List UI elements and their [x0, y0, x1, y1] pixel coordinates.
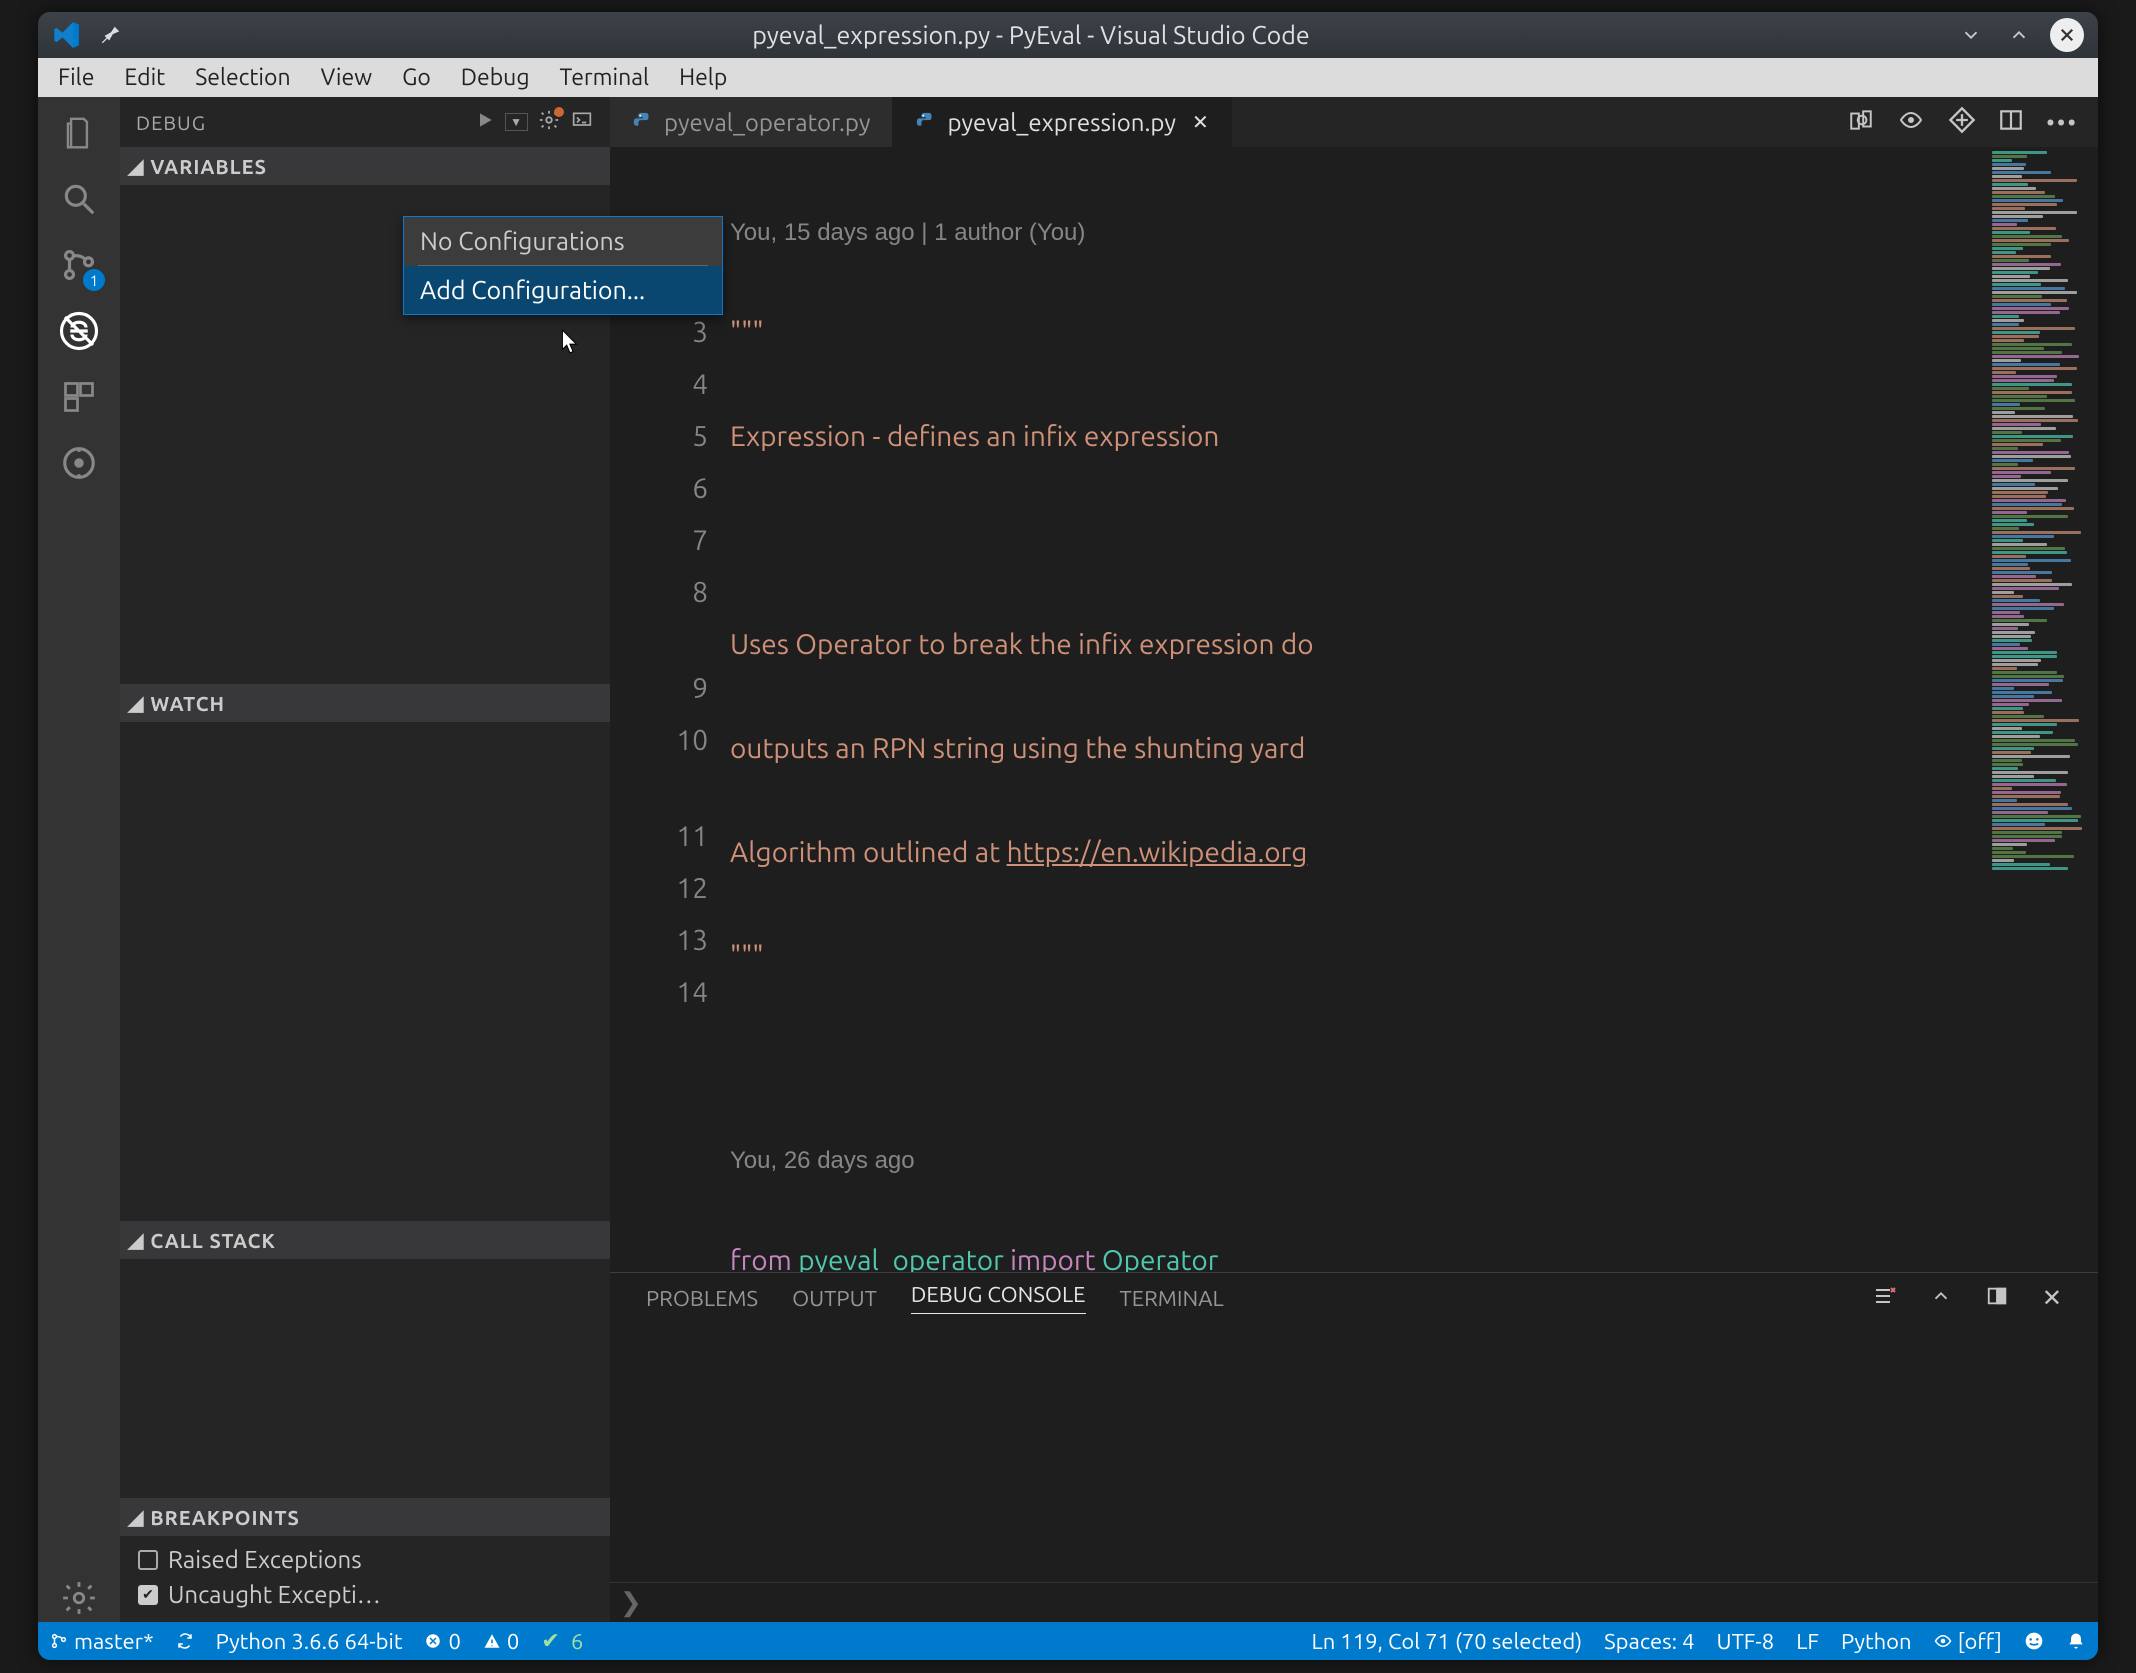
menu-view[interactable]: View — [309, 61, 384, 94]
more-actions-icon[interactable]: ••• — [2046, 109, 2078, 136]
menu-help[interactable]: Help — [667, 61, 739, 94]
bottom-panel: PROBLEMS OUTPUT DEBUG CONSOLE TERMINAL ✕… — [610, 1272, 2098, 1622]
panel-collapse-icon[interactable] — [1930, 1285, 1952, 1312]
editor-actions: ••• — [1828, 97, 2098, 147]
status-lint[interactable]: ✔ 6 — [541, 1628, 583, 1654]
breakpoints-pane: Raised Exceptions ✔Uncaught Excepti… — [120, 1536, 610, 1622]
close-tab-icon[interactable]: ✕ — [1192, 110, 1209, 134]
status-encoding[interactable]: UTF-8 — [1717, 1629, 1775, 1654]
dropdown-no-configurations[interactable]: No Configurations — [404, 217, 722, 265]
debug-settings-icon[interactable] — [538, 109, 560, 135]
settings-gear-icon[interactable] — [55, 1574, 103, 1622]
menu-debug[interactable]: Debug — [449, 61, 542, 94]
menu-go[interactable]: Go — [390, 61, 443, 94]
config-dropdown-toggle[interactable]: ▼ — [505, 113, 528, 131]
titlebar: pyeval_expression.py - PyEval - Visual S… — [38, 12, 2098, 58]
status-python[interactable]: Python 3.6.6 64-bit — [216, 1629, 403, 1654]
debug-console-content[interactable] — [610, 1323, 2098, 1582]
editor[interactable]: 12345678 910 11121314 You, 15 days ago |… — [610, 147, 2098, 1272]
vscode-window: pyeval_expression.py - PyEval - Visual S… — [38, 12, 2098, 1660]
breakpoint-raised-exceptions[interactable]: Raised Exceptions — [120, 1542, 610, 1577]
gitlens-icon[interactable] — [55, 439, 103, 487]
toggle-visibility-icon[interactable] — [1896, 108, 1926, 136]
compare-icon[interactable] — [1848, 107, 1874, 137]
status-errors[interactable]: 0 — [424, 1629, 460, 1654]
python-file-icon — [915, 111, 937, 133]
status-feedback-icon[interactable] — [2024, 1631, 2044, 1651]
tab-pyeval-operator[interactable]: pyeval_operator.py — [610, 97, 893, 147]
status-bell-icon[interactable] — [2066, 1631, 2086, 1651]
menu-edit[interactable]: Edit — [112, 61, 177, 94]
breakpoint-uncaught-exceptions[interactable]: ✔Uncaught Excepti… — [120, 1577, 610, 1612]
status-sync[interactable] — [176, 1632, 194, 1650]
debug-config-dropdown: No Configurations Add Configuration... — [403, 216, 723, 315]
activitybar: 1 — [38, 97, 120, 1622]
workbench-body: 1 DEBUG ▼ ◢VARIABLES ◢WATCH ◢CALL STACK … — [38, 97, 2098, 1622]
debug-icon[interactable] — [55, 307, 103, 355]
sidebar-title: DEBUG — [136, 111, 465, 134]
menu-terminal[interactable]: Terminal — [548, 61, 662, 94]
explorer-icon[interactable] — [55, 109, 103, 157]
close-button[interactable] — [2050, 18, 2084, 52]
split-editor-icon[interactable] — [1998, 107, 2024, 137]
minimap[interactable]: /* decorative */ — [1986, 147, 2098, 1272]
minimize-button[interactable] — [1954, 18, 1988, 52]
panel-tab-debug-console[interactable]: DEBUG CONSOLE — [911, 1282, 1086, 1314]
status-cursor[interactable]: Ln 119, Col 71 (70 selected) — [1312, 1629, 1583, 1654]
panel-tab-problems[interactable]: PROBLEMS — [646, 1286, 758, 1311]
status-eol[interactable]: LF — [1796, 1629, 1819, 1654]
scm-badge: 1 — [83, 269, 105, 291]
checkbox-checked-icon[interactable]: ✔ — [138, 1585, 158, 1605]
status-warnings[interactable]: 0 — [483, 1629, 519, 1654]
source-control-icon[interactable]: 1 — [55, 241, 103, 289]
chevron-down-icon: ◢ — [128, 154, 144, 178]
editor-tabs: pyeval_operator.py pyeval_expression.py … — [610, 97, 2098, 147]
gutter: 12345678 910 11121314 — [610, 147, 730, 1272]
window-title: pyeval_expression.py - PyEval - Visual S… — [122, 21, 1940, 49]
debug-console-icon[interactable] — [570, 110, 594, 134]
debug-console-prompt[interactable]: ❯ — [610, 1582, 2098, 1622]
maximize-button[interactable] — [2002, 18, 2036, 52]
watch-section-header[interactable]: ◢WATCH — [120, 684, 610, 722]
editor-group: pyeval_operator.py pyeval_expression.py … — [610, 97, 2098, 1622]
debug-sidebar-header: DEBUG ▼ — [120, 97, 610, 147]
diff-icon[interactable] — [1948, 106, 1976, 138]
chevron-down-icon: ◢ — [128, 1505, 144, 1529]
panel-close-icon[interactable]: ✕ — [2042, 1284, 2062, 1312]
panel-tabs: PROBLEMS OUTPUT DEBUG CONSOLE TERMINAL ✕ — [610, 1273, 2098, 1323]
vscode-logo-icon — [52, 21, 80, 49]
python-file-icon — [632, 111, 654, 133]
status-branch[interactable]: master* — [50, 1629, 154, 1654]
status-liveshare[interactable]: [off] — [1934, 1629, 2002, 1654]
extensions-icon[interactable] — [55, 373, 103, 421]
checkbox-unchecked-icon[interactable] — [138, 1550, 158, 1570]
status-language[interactable]: Python — [1841, 1629, 1912, 1654]
watch-pane — [120, 722, 610, 1221]
callstack-pane — [120, 1259, 610, 1498]
tab-pyeval-expression[interactable]: pyeval_expression.py ✕ — [893, 97, 1231, 147]
code-content[interactable]: You, 15 days ago | 1 author (You) """ Ex… — [730, 147, 1986, 1272]
breakpoints-section-header[interactable]: ◢BREAKPOINTS — [120, 1498, 610, 1536]
panel-tab-output[interactable]: OUTPUT — [792, 1286, 877, 1311]
menu-file[interactable]: File — [46, 61, 106, 94]
search-icon[interactable] — [55, 175, 103, 223]
menu-selection[interactable]: Selection — [183, 61, 302, 94]
menubar: File Edit Selection View Go Debug Termin… — [38, 58, 2098, 97]
chevron-down-icon: ◢ — [128, 1228, 144, 1252]
panel-tab-terminal[interactable]: TERMINAL — [1120, 1286, 1224, 1311]
clear-console-icon[interactable] — [1872, 1284, 1896, 1313]
statusbar: master* Python 3.6.6 64-bit 0 0 ✔ 6 Ln 1… — [38, 1622, 2098, 1660]
pin-icon[interactable] — [100, 24, 122, 46]
mouse-cursor-icon — [560, 328, 582, 361]
variables-section-header[interactable]: ◢VARIABLES — [120, 147, 610, 185]
panel-maximize-icon[interactable] — [1986, 1285, 2008, 1312]
debug-sidebar: DEBUG ▼ ◢VARIABLES ◢WATCH ◢CALL STACK ◢B… — [120, 97, 610, 1622]
codelens[interactable]: You, 26 days ago — [730, 1139, 1986, 1183]
dropdown-add-configuration[interactable]: Add Configuration... — [404, 266, 722, 314]
start-debug-button[interactable] — [475, 110, 495, 134]
status-spaces[interactable]: Spaces: 4 — [1604, 1629, 1694, 1654]
codelens[interactable]: You, 15 days ago | 1 author (You) — [730, 211, 1986, 255]
chevron-down-icon: ◢ — [128, 691, 144, 715]
callstack-section-header[interactable]: ◢CALL STACK — [120, 1221, 610, 1259]
